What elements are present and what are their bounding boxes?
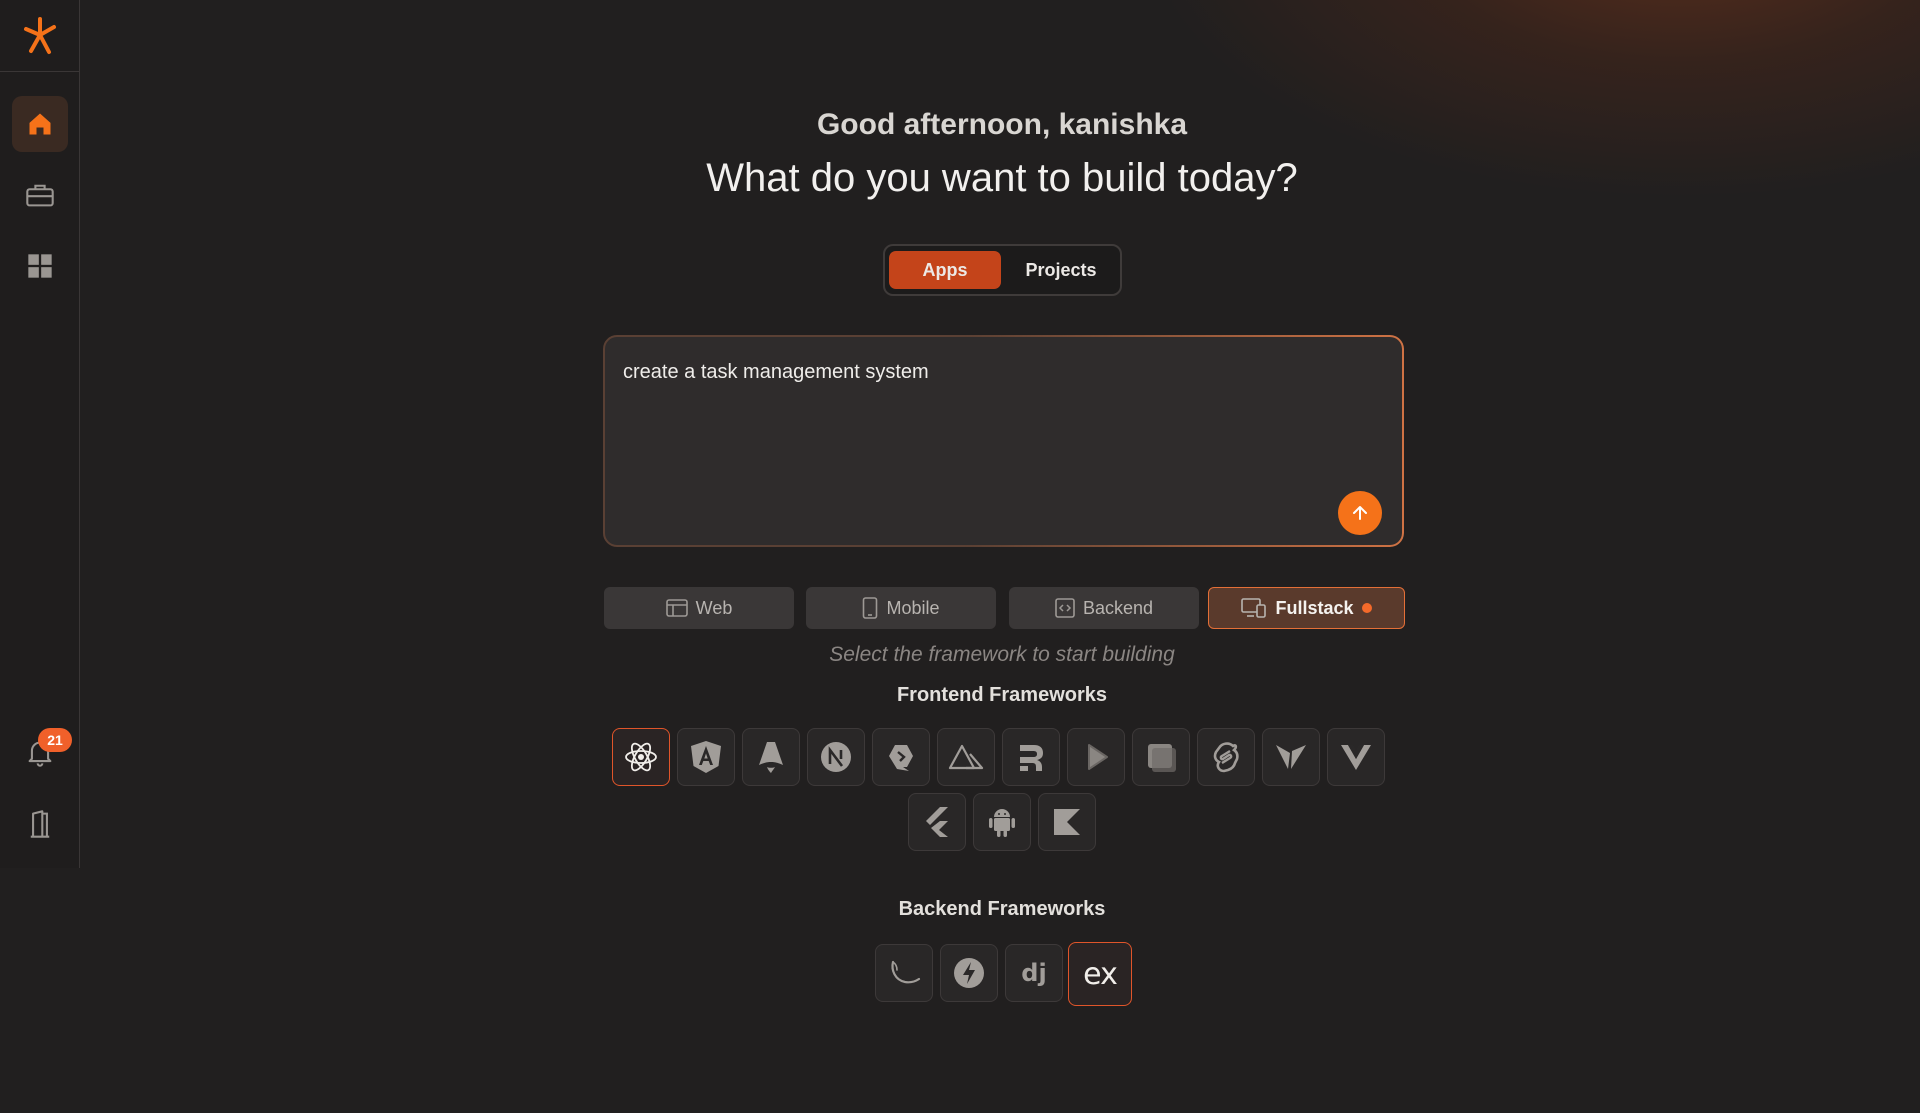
sidebar-item-apps[interactable] xyxy=(12,238,68,294)
astro-icon xyxy=(759,742,783,773)
platform-fullstack-button[interactable]: Fullstack xyxy=(1208,587,1405,629)
logo[interactable] xyxy=(0,0,80,72)
send-button[interactable] xyxy=(1338,491,1382,535)
framework-astro[interactable] xyxy=(742,728,800,786)
tab-projects[interactable]: Projects xyxy=(1005,251,1117,289)
framework-svelte[interactable] xyxy=(1197,728,1255,786)
react-icon xyxy=(625,742,657,772)
angular-icon xyxy=(691,741,721,773)
framework-django[interactable]: dj xyxy=(1005,944,1063,1002)
remix-icon xyxy=(1020,745,1043,771)
sidebar-item-logout[interactable] xyxy=(12,796,68,852)
framework-hint: Select the framework to start building xyxy=(829,643,1175,666)
door-exit-icon xyxy=(30,810,50,838)
django-icon: dj xyxy=(1021,959,1047,987)
backend-frameworks-title: Backend Frameworks xyxy=(898,898,1106,920)
framework-vue[interactable] xyxy=(1327,728,1385,786)
nextjs-icon xyxy=(821,742,851,772)
android-icon xyxy=(989,809,1015,837)
framework-nuxt[interactable] xyxy=(937,728,995,786)
framework-kotlin[interactable] xyxy=(1038,793,1096,851)
nuxt-icon xyxy=(948,744,984,770)
kotlin-icon xyxy=(1054,809,1080,835)
vue-icon xyxy=(1341,745,1371,770)
framework-flutter[interactable] xyxy=(908,793,966,851)
slidev-icon xyxy=(1088,744,1108,770)
platform-mobile-label: Mobile xyxy=(886,597,940,618)
greeting: Good afternoon, kanishka xyxy=(816,108,1188,141)
app-window: 21 Good afternoon, kanishka What do you … xyxy=(0,0,1920,1113)
framework-vite[interactable] xyxy=(1262,728,1320,786)
framework-qwik[interactable] xyxy=(872,728,930,786)
platform-backend-label: Backend xyxy=(1082,597,1154,618)
framework-fastapi[interactable] xyxy=(940,944,998,1002)
devices-icon xyxy=(1241,598,1267,618)
platform-mobile-button[interactable]: Mobile xyxy=(806,587,996,629)
qwik-icon xyxy=(889,745,913,771)
platform-web-label: Web xyxy=(695,597,733,618)
shadcn-icon xyxy=(1148,744,1176,772)
grid-icon xyxy=(28,254,52,278)
browser-icon xyxy=(665,599,688,617)
svelte-icon xyxy=(1213,742,1239,773)
prompt-input[interactable]: create a task management system xyxy=(623,361,929,384)
framework-android[interactable] xyxy=(973,793,1031,851)
vite-icon xyxy=(1276,745,1306,769)
framework-react[interactable] xyxy=(612,728,670,786)
arrow-up-icon xyxy=(1353,506,1367,520)
framework-flask[interactable] xyxy=(875,944,933,1002)
notification-badge: 21 xyxy=(38,728,72,752)
platform-web-button[interactable]: Web xyxy=(604,587,794,629)
framework-nextjs[interactable] xyxy=(807,728,865,786)
prompt-box[interactable]: create a task management system xyxy=(603,335,1404,547)
asterisk-logo-icon xyxy=(24,16,56,54)
phone-icon xyxy=(863,597,878,619)
framework-slidev[interactable] xyxy=(1067,728,1125,786)
fastapi-icon xyxy=(954,958,984,988)
selected-dot xyxy=(1361,603,1372,613)
framework-remix[interactable] xyxy=(1002,728,1060,786)
platform-fullstack-label: Fullstack xyxy=(1275,597,1354,618)
framework-express[interactable]: ex xyxy=(1068,942,1132,1006)
framework-shadcn[interactable] xyxy=(1132,728,1190,786)
frontend-frameworks-title: Frontend Frameworks xyxy=(896,684,1108,706)
platform-backend-button[interactable]: Backend xyxy=(1009,587,1199,629)
framework-angular[interactable] xyxy=(677,728,735,786)
mode-toggle: Apps Projects xyxy=(883,244,1122,296)
flutter-icon xyxy=(926,807,948,837)
tab-apps[interactable]: Apps xyxy=(889,251,1001,289)
flask-icon xyxy=(891,960,921,984)
express-icon: ex xyxy=(1083,956,1118,992)
code-window-icon xyxy=(1055,598,1075,618)
page-title: What do you want to build today? xyxy=(706,156,1298,200)
